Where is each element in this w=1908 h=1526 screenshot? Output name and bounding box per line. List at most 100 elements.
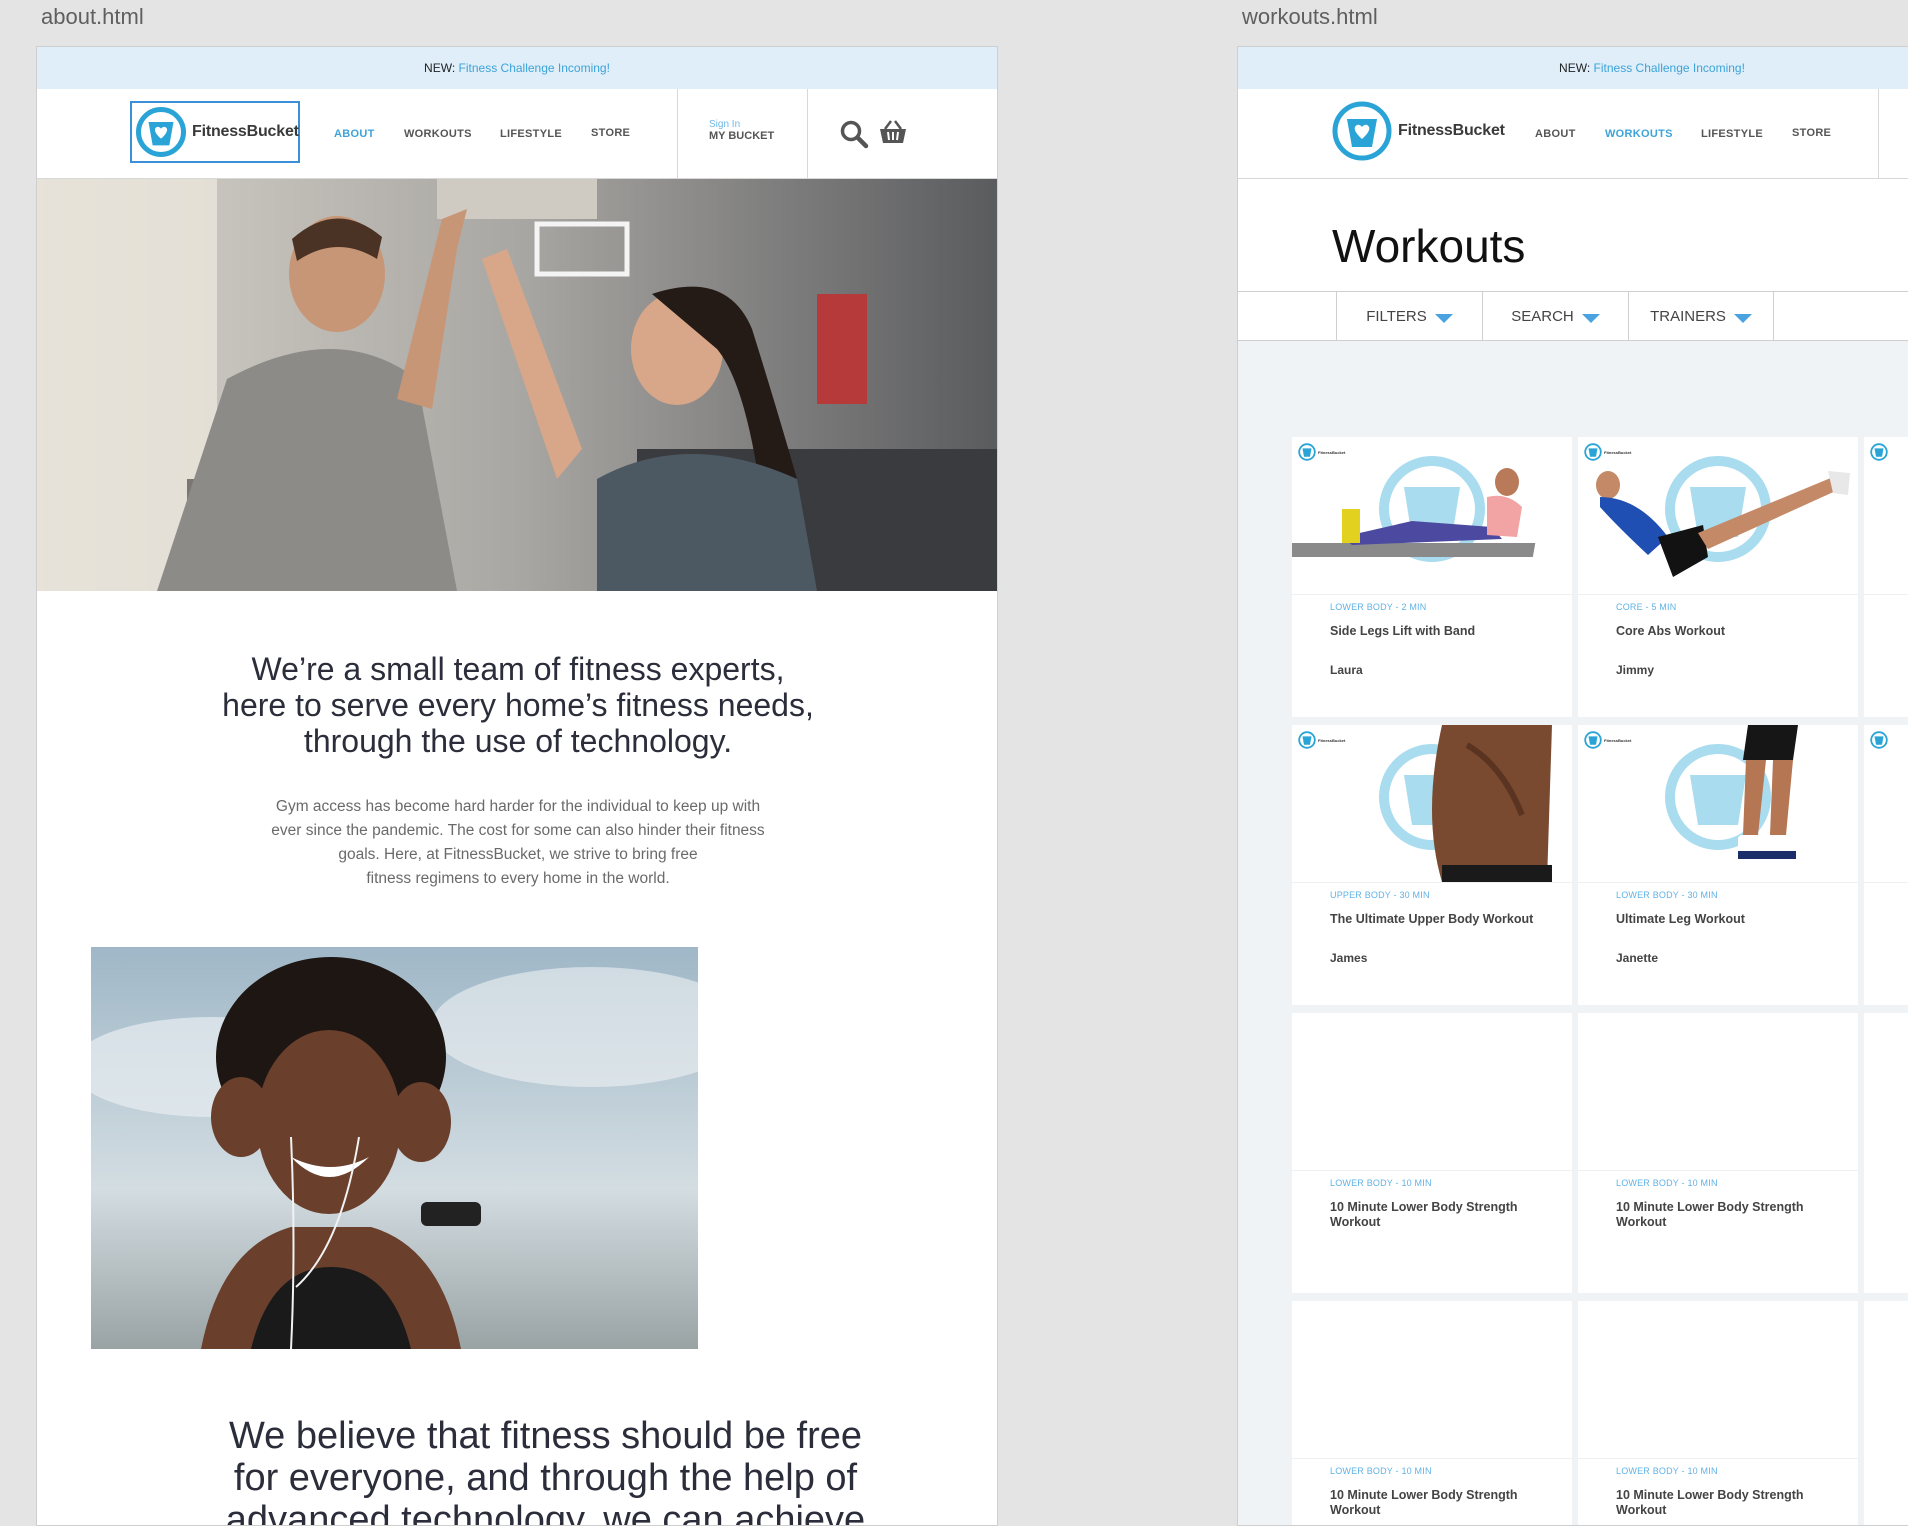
workout-category: LOWER BODY - 2 MIN — [1330, 602, 1427, 612]
workout-thumbnail — [1578, 1301, 1858, 1459]
trainers-dropdown[interactable]: TRAINERS — [1628, 292, 1774, 340]
runner-image — [91, 947, 698, 1349]
nav-divider — [807, 89, 808, 178]
workout-card[interactable] — [1864, 1301, 1908, 1525]
nav-workouts[interactable]: WORKOUTS — [404, 128, 472, 140]
basket-icon[interactable] — [879, 119, 907, 150]
card-brand-name: FitnessBucket — [1604, 737, 1632, 743]
filters-dropdown[interactable]: FILTERS — [1336, 292, 1482, 340]
search-label: SEARCH — [1511, 307, 1574, 325]
trainers-label: TRAINERS — [1650, 307, 1726, 325]
workout-card[interactable]: FitnessBucket CORE - 5 MIN Core Abs Work… — [1578, 437, 1858, 717]
nav-store[interactable]: STORE — [1792, 127, 1831, 139]
workout-card[interactable]: LOWER BODY - 10 MIN 10 Minute Lower Body… — [1292, 1013, 1572, 1293]
nav-divider — [1878, 89, 1879, 178]
workout-thumbnail: FitnessBucket — [1292, 437, 1572, 595]
workout-card[interactable] — [1864, 725, 1908, 1005]
workout-thumbnail — [1292, 1013, 1572, 1171]
card-logo: FitnessBucket — [1298, 443, 1345, 461]
belief-line-1: We believe that fitness should be free — [228, 1415, 862, 1457]
workout-card[interactable]: LOWER BODY - 10 MIN 10 Minute Lower Body… — [1292, 1301, 1572, 1525]
card-brand-name: FitnessBucket — [1318, 737, 1346, 743]
workout-title: 10 Minute Lower Body Strength Workout — [1330, 1200, 1518, 1229]
nav-about[interactable]: ABOUT — [334, 128, 375, 140]
announcement-prefix: NEW: — [424, 61, 456, 75]
workout-thumbnail — [1292, 1301, 1572, 1459]
account-link[interactable]: Sign In MY BUCKET — [709, 119, 774, 142]
workout-title: 10 Minute Lower Body Strength Workout — [1616, 1200, 1804, 1229]
belief-line-2: for everyone, and through the help of — [233, 1457, 858, 1499]
card-brand-name: FitnessBucket — [1318, 449, 1346, 455]
page-header: Workouts — [1238, 179, 1908, 291]
workout-thumbnail — [1864, 725, 1908, 883]
about-artboard: NEW: Fitness Challenge Incoming! Fitness… — [36, 46, 998, 1526]
search-icon[interactable] — [839, 119, 869, 154]
hero-image — [37, 179, 997, 591]
bucket-logo-icon — [136, 107, 186, 157]
filters-label: FILTERS — [1366, 307, 1427, 325]
nav-workouts[interactable]: WORKOUTS — [1605, 128, 1673, 140]
nav-lifestyle[interactable]: LIFESTYLE — [500, 128, 562, 140]
caret-down-icon — [1733, 313, 1752, 323]
workout-category: LOWER BODY - 10 MIN — [1330, 1466, 1432, 1476]
workout-thumbnail — [1864, 437, 1908, 595]
workout-trainer: Janette — [1616, 951, 1659, 965]
workout-card[interactable]: FitnessBucket LOWER BODY - 30 MIN Ultima… — [1578, 725, 1858, 1005]
workout-card[interactable]: LOWER BODY - 10 MIN 10 Minute Lower Body… — [1578, 1301, 1858, 1525]
workout-card[interactable] — [1864, 1013, 1908, 1293]
belief-headline: We believe that fitness should be free f… — [37, 1415, 997, 1526]
caret-down-icon — [1581, 313, 1600, 323]
workout-thumbnail: FitnessBucket — [1578, 725, 1858, 883]
bucket-logo-icon — [1332, 101, 1392, 161]
workout-card[interactable]: FitnessBucket LOWER BODY - 2 MIN Side Le… — [1292, 437, 1572, 717]
announcement-link[interactable]: Fitness Challenge Incoming! — [1594, 61, 1745, 75]
card-logo: FitnessBucket — [1584, 731, 1631, 749]
mission-body: Gym access has become hard harder for th… — [37, 795, 997, 891]
brand-name: FitnessBucket — [192, 123, 299, 140]
sign-in-label[interactable]: Sign In — [709, 119, 774, 130]
workout-title: The Ultimate Upper Body Workout — [1330, 912, 1534, 926]
announcement-prefix: NEW: — [1559, 61, 1591, 75]
artboard-label-about: about.html — [41, 4, 144, 29]
brand-logo[interactable]: FitnessBucket — [1332, 101, 1505, 161]
workout-title: 10 Minute Lower Body Strength Workout — [1330, 1488, 1518, 1517]
nav-store[interactable]: STORE — [591, 127, 630, 139]
workout-title: Side Legs Lift with Band — [1330, 624, 1476, 638]
belief-line-3: advanced technology, we can achieve — [225, 1499, 866, 1526]
headline-line-2: here to serve every home’s fitness needs… — [222, 687, 814, 723]
workout-card[interactable]: LOWER BODY - 10 MIN 10 Minute Lower Body… — [1578, 1013, 1858, 1293]
card-logo — [1870, 443, 1888, 461]
workout-trainer: Laura — [1330, 663, 1363, 677]
card-logo: FitnessBucket — [1584, 443, 1631, 461]
artboard-label-workouts: workouts.html — [1242, 4, 1378, 29]
workout-trainer: Jimmy — [1616, 663, 1655, 677]
search-dropdown[interactable]: SEARCH — [1482, 292, 1628, 340]
announcement-link[interactable]: Fitness Challenge Incoming! — [459, 61, 610, 75]
workout-thumbnail: FitnessBucket — [1292, 725, 1572, 883]
page-title: Workouts — [1332, 220, 1526, 272]
nav-lifestyle[interactable]: LIFESTYLE — [1701, 128, 1763, 140]
main-nav: FitnessBucket ABOUT WORKOUTS LIFESTYLE S… — [37, 89, 997, 179]
caret-down-icon — [1434, 313, 1453, 323]
workout-card[interactable]: FitnessBucket UPPER BODY - 30 MIN The Ul… — [1292, 725, 1572, 1005]
workout-title: Ultimate Leg Workout — [1616, 912, 1745, 926]
workout-category: LOWER BODY - 30 MIN — [1616, 890, 1718, 900]
workout-category: UPPER BODY - 30 MIN — [1330, 890, 1430, 900]
headline-line-1: We’re a small team of fitness experts, — [251, 651, 785, 687]
brand-name: FitnessBucket — [1398, 122, 1505, 139]
my-bucket-label[interactable]: MY BUCKET — [709, 130, 774, 142]
announcement-bar[interactable]: NEW: Fitness Challenge Incoming! — [37, 47, 997, 89]
workout-grid: FitnessBucket LOWER BODY - 2 MIN Side Le… — [1238, 385, 1908, 1525]
card-logo — [1870, 731, 1888, 749]
nav-about[interactable]: ABOUT — [1535, 128, 1576, 140]
brand-logo[interactable]: FitnessBucket — [130, 101, 300, 163]
nav-divider — [677, 89, 678, 178]
workout-title: 10 Minute Lower Body Strength Workout — [1616, 1488, 1804, 1517]
card-logo: FitnessBucket — [1298, 731, 1345, 749]
workout-category: LOWER BODY - 10 MIN — [1616, 1466, 1718, 1476]
workout-card[interactable] — [1864, 437, 1908, 717]
body-line-1: Gym access has become hard harder for th… — [275, 798, 761, 815]
mission-headline: We’re a small team of fitness experts, h… — [37, 651, 997, 759]
workouts-artboard: NEW: Fitness Challenge Incoming! Fitness… — [1237, 46, 1908, 1526]
announcement-bar[interactable]: NEW: Fitness Challenge Incoming! — [1238, 47, 1908, 89]
